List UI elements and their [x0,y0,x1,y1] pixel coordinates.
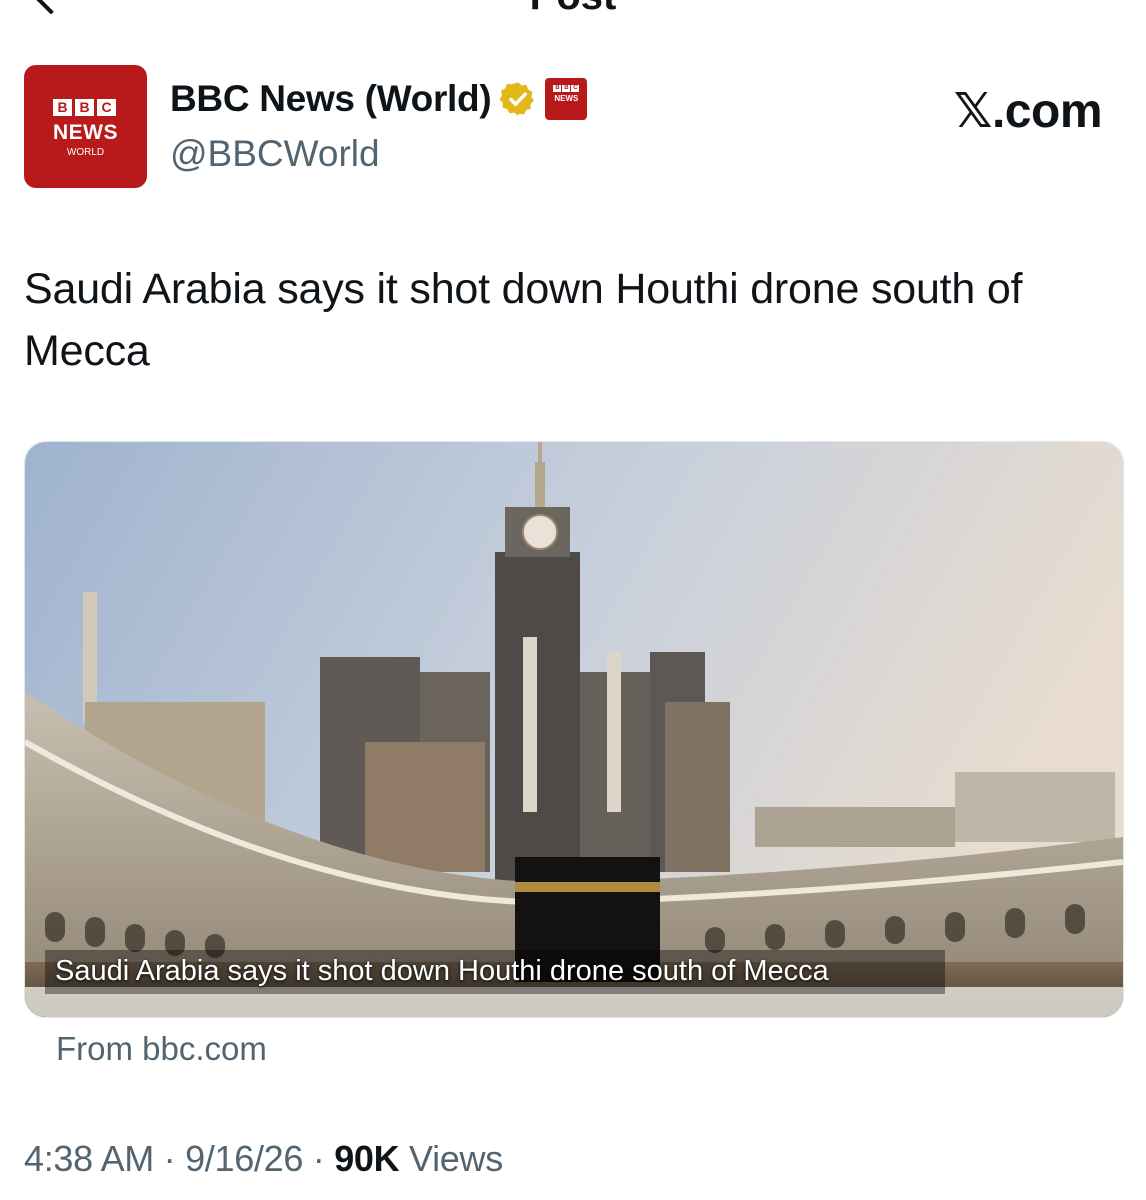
card-source[interactable]: From bbc.com [56,1030,267,1068]
tweet-meta: 4:38 AM · 9/16/26 · 90K Views [24,1138,503,1180]
affiliate-letter: B [562,85,571,92]
bbc-logo-blocks: B B C [53,99,116,116]
link-card[interactable]: Saudi Arabia says it shot down Houthi dr… [24,441,1124,1018]
tweet-time[interactable]: 4:38 AM [24,1138,154,1179]
author-name-row: BBC News (World) B B C NEWS [170,78,588,120]
affiliate-news-text: NEWS [554,94,579,103]
avatar[interactable]: B B C NEWS WORLD [24,65,147,188]
tweet-date[interactable]: 9/16/26 [185,1138,303,1179]
views-count: 90K [334,1138,400,1179]
tweet-text: Saudi Arabia says it shot down Houthi dr… [24,265,1023,375]
affiliate-letter: B [553,85,562,92]
avatar-region-text: WORLD [66,147,105,158]
meta-separator: · [303,1138,335,1179]
meta-separator: · [153,1138,186,1179]
bbc-block-letter: C [97,99,116,116]
bbc-block-letter: B [75,99,94,116]
bbc-block-letter: B [53,99,72,116]
author-handle[interactable]: @BBCWorld [170,133,380,175]
card-caption: Saudi Arabia says it shot down Houthi dr… [55,955,829,987]
views-label: Views [399,1138,503,1179]
card-image [25,442,1123,1017]
verified-badge-icon[interactable] [499,80,537,118]
display-name[interactable]: BBC News (World) [170,78,492,120]
page-title: Post [0,0,1146,14]
affiliate-letter: C [571,85,580,92]
x-logo-watermark: 𝕏.com [953,85,1103,138]
affiliate-bbc-blocks: B B C [553,85,580,92]
top-nav-bar: Post [0,0,1146,14]
avatar-news-text: NEWS [53,121,118,144]
affiliate-badge-icon[interactable]: B B C NEWS [545,78,588,120]
